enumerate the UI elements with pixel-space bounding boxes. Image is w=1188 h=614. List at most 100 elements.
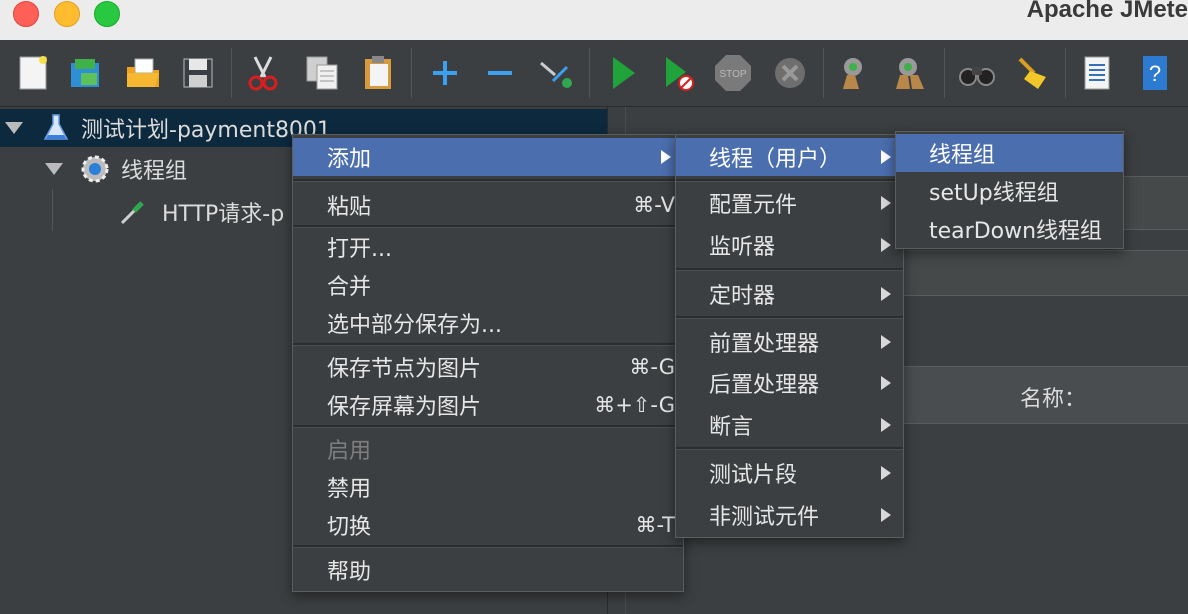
stop-icon[interactable]: STOP (711, 49, 755, 97)
menu-item-label: 切换 (327, 515, 372, 540)
menu-item-label: 选中部分保存为... (327, 313, 502, 338)
shortcut-label: ⌘-G (629, 355, 675, 379)
submenu-item-teardown-thread-group[interactable]: tearDown线程组 (896, 210, 1123, 248)
add-submenu: 线程（用户） 配置元件 监听器 定时器 前置处理器 后置处理器 断言 测试片段 … (675, 134, 904, 538)
context-menu: 添加 粘贴 ⌘-V 打开... 合并 选中部分保存为... 保存节点为图片 ⌘-… (292, 134, 684, 592)
threads-submenu: 线程组 setUp线程组 tearDown线程组 (895, 131, 1124, 249)
submenu-item-assertion[interactable]: 断言 (676, 406, 903, 444)
menu-item-label: 合并 (327, 275, 372, 300)
submenu-item-threads[interactable]: 线程（用户） (676, 138, 903, 176)
open-icon[interactable] (121, 49, 165, 97)
close-window-button[interactable] (13, 1, 39, 27)
tree-item-thread-group[interactable]: 线程组 (0, 150, 187, 188)
menu-item-save-screen-image[interactable]: 保存屏幕为图片 ⌘+⇧-G (293, 386, 683, 424)
submenu-arrow-icon (881, 508, 891, 522)
menu-item-label: 测试片段 (709, 463, 798, 488)
menu-item-label: 启用 (327, 439, 372, 464)
submenu-item-post-processor[interactable]: 后置处理器 (676, 364, 903, 402)
shortcut-label: ⌘+⇧-G (594, 393, 675, 417)
menu-item-help[interactable]: 帮助 (293, 551, 683, 589)
menu-item-label: 保存屏幕为图片 (327, 395, 482, 420)
submenu-arrow-icon (881, 376, 891, 390)
shortcut-label: ⌘-V (633, 193, 675, 217)
menu-item-paste[interactable]: 粘贴 ⌘-V (293, 186, 683, 224)
submenu-arrow-icon (881, 335, 891, 349)
toggle-icon[interactable] (533, 49, 577, 97)
menu-item-toggle[interactable]: 切换 ⌘-T (293, 506, 683, 544)
menu-item-label: 监听器 (709, 235, 776, 260)
menu-item-label: 前置处理器 (709, 332, 820, 357)
copy-icon[interactable] (300, 49, 344, 97)
tree-item-http-request[interactable]: HTTP请求-p (0, 193, 284, 231)
name-label: 名称： (1020, 387, 1087, 412)
menu-item-open[interactable]: 打开... (293, 228, 683, 266)
menu-item-save-selection-as[interactable]: 选中部分保存为... (293, 304, 683, 342)
shutdown-icon[interactable] (768, 49, 812, 97)
submenu-arrow-icon (881, 150, 891, 164)
expand-arrow-icon[interactable] (45, 163, 63, 175)
tree-item-label: 线程组 (121, 159, 188, 184)
expand-icon[interactable] (423, 49, 467, 97)
reset-search-icon[interactable] (1010, 49, 1054, 97)
menu-item-label: 断言 (709, 415, 754, 440)
menu-item-add[interactable]: 添加 (293, 138, 683, 176)
shortcut-label: ⌘-T (635, 513, 675, 537)
submenu-arrow-icon (881, 466, 891, 480)
help-icon[interactable]: ? (1133, 49, 1177, 97)
submenu-item-config-element[interactable]: 配置元件 (676, 184, 903, 222)
pipette-icon (118, 197, 148, 227)
submenu-item-listener[interactable]: 监听器 (676, 226, 903, 264)
submenu-item-test-fragment[interactable]: 测试片段 (676, 454, 903, 492)
start-icon[interactable] (601, 49, 645, 97)
menu-item-label: 保存节点为图片 (327, 357, 482, 382)
menu-item-merge[interactable]: 合并 (293, 266, 683, 304)
menu-item-disable[interactable]: 禁用 (293, 468, 683, 506)
menu-item-label: 线程组 (929, 143, 996, 168)
save-icon[interactable] (176, 49, 220, 97)
clear-all-icon[interactable] (888, 49, 932, 97)
new-icon[interactable] (11, 49, 55, 97)
expand-arrow-icon[interactable] (5, 122, 23, 134)
zoom-window-button[interactable] (94, 1, 120, 27)
log-icon[interactable] (1075, 49, 1119, 97)
menu-item-label: 定时器 (709, 284, 776, 309)
menu-item-label: 打开... (327, 237, 392, 262)
menu-item-label: 粘贴 (327, 195, 372, 220)
submenu-arrow-icon (661, 150, 671, 164)
start-no-pause-icon[interactable] (656, 49, 700, 97)
submenu-item-non-test-element[interactable]: 非测试元件 (676, 496, 903, 534)
submenu-arrow-icon (881, 418, 891, 432)
search-icon[interactable] (955, 49, 999, 97)
menu-item-label: 后置处理器 (709, 373, 820, 398)
flask-icon (43, 113, 69, 143)
menu-item-label: 禁用 (327, 477, 372, 502)
window-title: Apache JMete (1026, 0, 1188, 23)
menu-item-label: 非测试元件 (709, 505, 820, 530)
menu-item-label: 线程（用户） (709, 147, 842, 172)
tree-item-label: HTTP请求-p (162, 202, 285, 227)
clear-icon[interactable] (833, 49, 877, 97)
menu-item-label: 帮助 (327, 560, 372, 585)
collapse-icon[interactable] (478, 49, 522, 97)
cut-icon[interactable] (241, 49, 285, 97)
templates-icon[interactable] (63, 49, 107, 97)
gear-icon (79, 153, 111, 185)
paste-icon[interactable] (356, 49, 400, 97)
submenu-arrow-icon (881, 238, 891, 252)
submenu-item-setup-thread-group[interactable]: setUp线程组 (896, 172, 1123, 210)
menu-item-label: 添加 (327, 147, 372, 172)
submenu-arrow-icon (881, 287, 891, 301)
submenu-item-timer[interactable]: 定时器 (676, 275, 903, 313)
minimize-window-button[interactable] (54, 1, 80, 27)
title-bar: Apache JMete (0, 0, 1188, 41)
menu-item-enable: 启用 (293, 430, 683, 468)
menu-item-label: 配置元件 (709, 193, 798, 218)
menu-item-label: tearDown线程组 (929, 219, 1103, 244)
submenu-arrow-icon (881, 196, 891, 210)
svg-text:?: ? (1149, 61, 1161, 86)
menu-item-save-node-image[interactable]: 保存节点为图片 ⌘-G (293, 348, 683, 386)
submenu-item-thread-group[interactable]: 线程组 (896, 134, 1123, 172)
submenu-item-pre-processor[interactable]: 前置处理器 (676, 323, 903, 361)
svg-text:STOP: STOP (719, 69, 746, 80)
toolbar: STOP ? (0, 40, 1188, 107)
